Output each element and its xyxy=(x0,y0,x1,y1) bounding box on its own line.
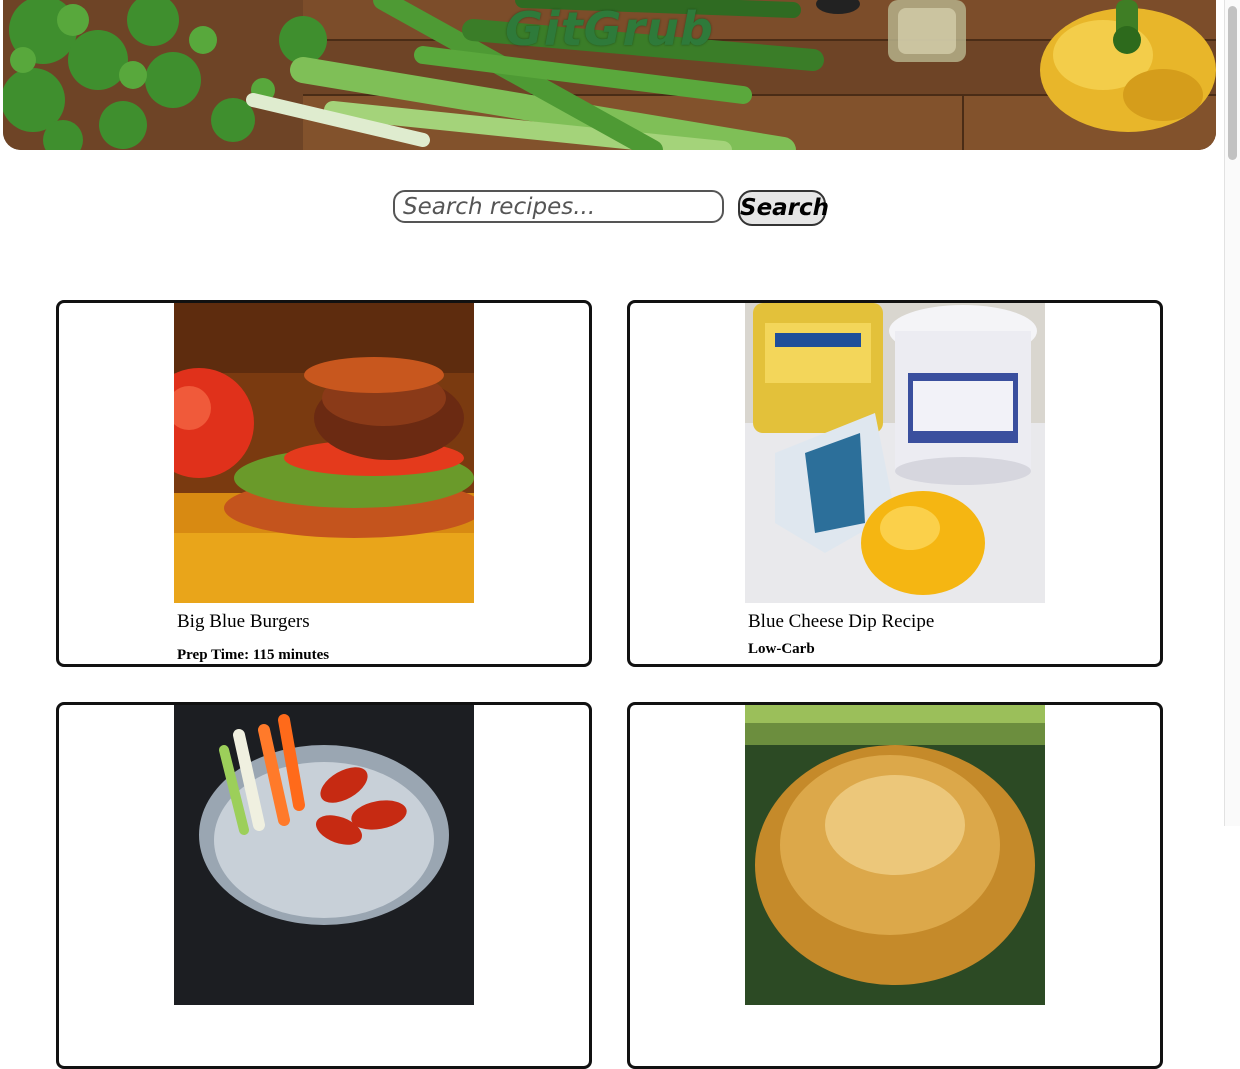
recipe-card[interactable] xyxy=(56,702,592,1069)
burger-photo xyxy=(174,303,474,603)
wings-photo xyxy=(174,705,474,1005)
blue-cheese-dip-photo xyxy=(745,303,1045,603)
recipe-image[interactable] xyxy=(174,705,474,1005)
bread-photo xyxy=(745,705,1045,1005)
recipe-image[interactable] xyxy=(174,303,474,603)
header-banner: GitGrub xyxy=(3,0,1216,150)
recipe-card[interactable]: Big Blue Burgers Prep Time: 115 minutes xyxy=(56,300,592,667)
page-scrollbar[interactable] xyxy=(1224,0,1240,826)
recipe-title[interactable]: Big Blue Burgers xyxy=(177,611,310,633)
recipe-card[interactable] xyxy=(627,702,1163,1069)
search-button[interactable]: Search xyxy=(738,190,829,226)
recipe-card[interactable]: Blue Cheese Dip Recipe Low-Carb xyxy=(627,300,1163,667)
recipe-title[interactable]: Blue Cheese Dip Recipe xyxy=(748,611,934,633)
scrollbar-thumb[interactable] xyxy=(1228,6,1237,160)
recipe-prep-time: Prep Time: 115 minutes xyxy=(177,647,330,663)
recipe-image[interactable] xyxy=(745,303,1045,603)
search-input[interactable] xyxy=(393,190,724,223)
recipe-image[interactable] xyxy=(745,705,1045,1005)
recipe-tag: Low-Carb xyxy=(748,641,815,657)
site-title[interactable]: GitGrub xyxy=(3,2,1216,56)
